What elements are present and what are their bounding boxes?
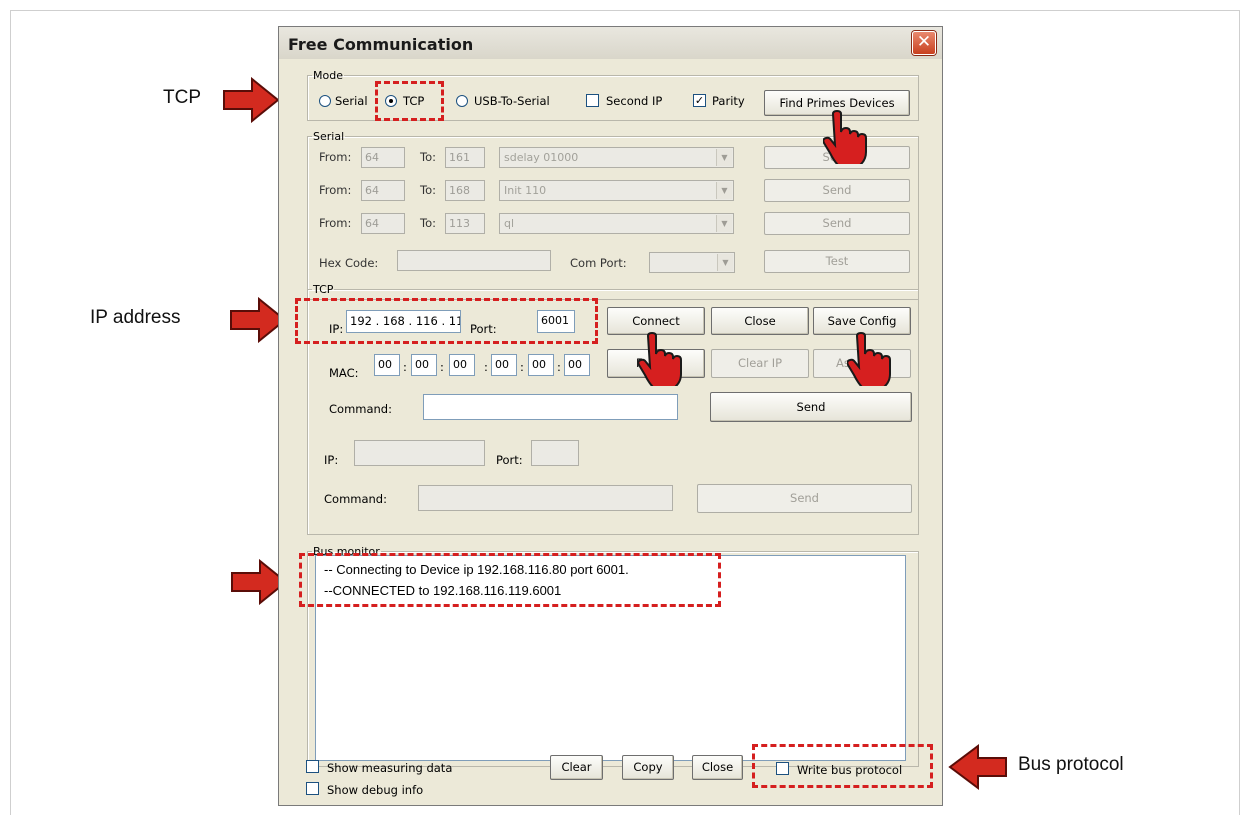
serial-command-dropdown[interactable]: sdelay 01000 ▼ <box>499 147 734 168</box>
annotation-tcp: TCP <box>163 87 201 108</box>
serial-to-input[interactable]: 168 <box>445 180 485 201</box>
mac-octet-input[interactable]: 00 <box>564 354 590 376</box>
arrow-bus-protocol-icon <box>948 744 1007 790</box>
serial-from-label: From: <box>319 183 352 197</box>
arrow-tcp-icon <box>223 77 280 123</box>
annotation-bus-protocol: Bus protocol <box>1018 754 1124 775</box>
mode-serial-radio[interactable] <box>319 95 331 107</box>
mac-octet-input[interactable]: 00 <box>528 354 554 376</box>
log-line: --CONNECTED to 192.168.116.119.6001 <box>324 583 562 598</box>
tcp-command-input[interactable] <box>423 394 678 420</box>
serial-send-button[interactable]: Send <box>764 179 910 202</box>
mac-octet-input[interactable]: 00 <box>374 354 400 376</box>
show-measuring-label: Show measuring data <box>327 761 453 775</box>
serial-to-label: To: <box>420 183 436 197</box>
serial-to-label: To: <box>420 216 436 230</box>
log-line: -- Connecting to Device ip 192.168.116.8… <box>324 562 629 577</box>
window-title: Free Communication <box>288 35 474 54</box>
mode-usb-radio[interactable] <box>456 95 468 107</box>
serial-command-dropdown[interactable]: ql ▼ <box>499 213 734 234</box>
tcp-ip-label: IP: <box>329 322 344 336</box>
hand-cursor-icon <box>847 332 891 386</box>
clear-button[interactable]: Clear <box>550 755 603 780</box>
save-config-button[interactable]: Save Config <box>813 307 911 335</box>
mac-separator: : <box>484 360 488 374</box>
mac-octet-input[interactable]: 00 <box>411 354 437 376</box>
serial-from-input[interactable]: 64 <box>361 213 405 234</box>
second-command-input[interactable] <box>418 485 673 511</box>
show-debug-checkbox[interactable] <box>306 782 319 795</box>
serial-to-input[interactable]: 113 <box>445 213 485 234</box>
write-bus-protocol-checkbox[interactable] <box>776 762 789 775</box>
com-port-dropdown[interactable]: ▼ <box>649 252 735 273</box>
serial-from-input[interactable]: 64 <box>361 180 405 201</box>
second-command-label: Command: <box>324 492 387 506</box>
mode-usb-label: USB-To-Serial <box>474 94 550 108</box>
mac-separator: : <box>557 360 561 374</box>
second-ip-checkbox[interactable] <box>586 94 599 107</box>
chevron-down-icon: ▼ <box>716 149 732 166</box>
hex-code-input[interactable] <box>397 250 551 271</box>
mac-separator: : <box>520 360 524 374</box>
second-send-button[interactable]: Send <box>697 484 912 513</box>
serial-from-label: From: <box>319 216 352 230</box>
chevron-down-icon: ▼ <box>716 182 732 199</box>
tcp-command-label: Command: <box>329 402 392 416</box>
title-bar[interactable]: Free Communication ✕ <box>279 27 942 59</box>
second-port-label: Port: <box>496 453 523 467</box>
serial-from-input[interactable]: 64 <box>361 147 405 168</box>
hand-cursor-icon <box>638 332 682 386</box>
serial-legend: Serial <box>313 130 345 143</box>
connect-button[interactable]: Connect <box>607 307 705 335</box>
mac-label: MAC: <box>329 366 359 380</box>
window-close-button[interactable]: ✕ <box>912 31 936 55</box>
serial-command-value: ql <box>504 217 515 230</box>
tcp-send-button[interactable]: Send <box>710 392 912 422</box>
tcp-ip-input[interactable]: 192 . 168 . 116 . 119 <box>346 310 461 333</box>
write-bus-protocol-label: Write bus protocol <box>797 763 903 777</box>
tcp-port-label: Port: <box>470 322 497 336</box>
chevron-down-icon: ▼ <box>717 254 733 271</box>
clear-ip-button[interactable]: Clear IP <box>711 349 809 378</box>
mac-separator: : <box>440 360 444 374</box>
second-port-input[interactable] <box>531 440 579 466</box>
footer-close-button[interactable]: Close <box>692 755 743 780</box>
annotation-ip-address: IP address <box>90 307 181 328</box>
second-ip-label: Second IP <box>606 94 663 108</box>
tcp-legend: TCP <box>313 283 334 296</box>
copy-button[interactable]: Copy <box>622 755 674 780</box>
bus-monitor-log[interactable]: -- Connecting to Device ip 192.168.116.8… <box>315 555 906 761</box>
mode-serial-label: Serial <box>335 94 368 108</box>
test-button[interactable]: Test <box>764 250 910 273</box>
com-port-label: Com Port: <box>570 256 627 270</box>
serial-command-value: sdelay 01000 <box>504 151 579 164</box>
mac-octet-input[interactable]: 00 <box>491 354 517 376</box>
show-measuring-checkbox[interactable] <box>306 760 319 773</box>
serial-command-value: Init 110 <box>504 184 547 197</box>
hand-cursor-icon <box>823 110 867 164</box>
serial-command-dropdown[interactable]: Init 110 ▼ <box>499 180 734 201</box>
mode-legend: Mode <box>313 69 343 82</box>
mac-octet-input[interactable]: 00 <box>449 354 475 376</box>
parity-checkbox[interactable]: ✓ <box>693 94 706 107</box>
tcp-port-input[interactable]: 6001 <box>537 310 575 333</box>
mode-tcp-label: TCP <box>403 94 425 108</box>
serial-to-input[interactable]: 161 <box>445 147 485 168</box>
parity-label: Parity <box>712 94 745 108</box>
serial-send-button[interactable]: Send <box>764 212 910 235</box>
hex-code-label: Hex Code: <box>319 256 379 270</box>
serial-to-label: To: <box>420 150 436 164</box>
mode-tcp-radio[interactable] <box>385 95 397 107</box>
chevron-down-icon: ▼ <box>716 215 732 232</box>
second-ip-input[interactable] <box>354 440 485 466</box>
mac-separator: : <box>403 360 407 374</box>
show-debug-label: Show debug info <box>327 783 424 797</box>
tcp-close-button[interactable]: Close <box>711 307 809 335</box>
second-ip-label-field: IP: <box>324 453 339 467</box>
serial-from-label: From: <box>319 150 352 164</box>
